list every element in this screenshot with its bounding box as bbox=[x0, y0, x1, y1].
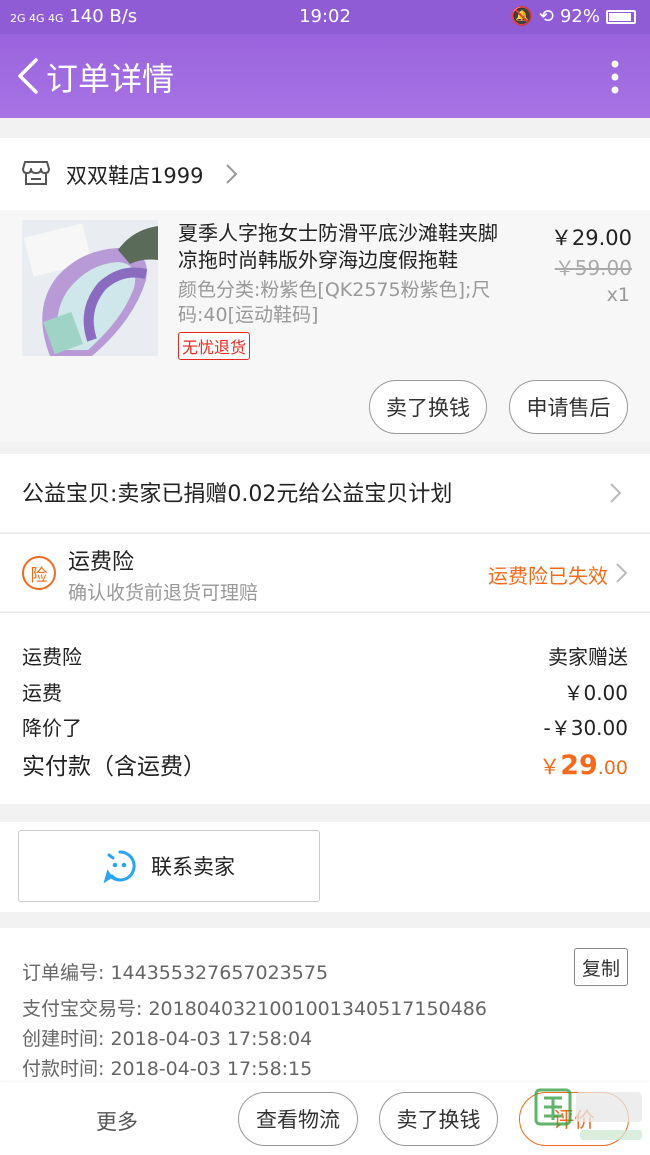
charity-text: 公益宝贝:卖家已捐赠0.02元给公益宝贝计划 bbox=[22, 482, 453, 507]
total-label: 实付款（含运费） bbox=[22, 754, 206, 780]
cost-summary: 运费险 卖家赠送 运费 ￥0.00 降价了 -￥30.00 实付款（含运费） ￥… bbox=[0, 612, 650, 804]
alipay-transaction-number: 支付宝交易号: 2018040321001001340517150486 bbox=[22, 998, 487, 1020]
more-button[interactable]: 更多 bbox=[96, 1106, 138, 1136]
original-price: ￥59.00 bbox=[554, 256, 632, 280]
chevron-right-icon bbox=[616, 563, 628, 583]
wangwang-chat-icon bbox=[103, 850, 136, 883]
sell-for-cash-button[interactable]: 卖了换钱 bbox=[379, 1092, 498, 1146]
store-icon bbox=[22, 161, 50, 185]
status-bar: 2G 4G 4G 140 B/s 19:02 🔕 ⟲ 92% bbox=[0, 0, 650, 34]
mute-icon: 🔕 bbox=[510, 6, 533, 27]
battery-level: 92% bbox=[559, 6, 600, 27]
cost-label: 运费 bbox=[22, 681, 62, 705]
site-watermark-logo bbox=[534, 1088, 642, 1140]
cost-value: 卖家赠送 bbox=[548, 645, 628, 669]
product-image[interactable] bbox=[22, 220, 158, 356]
paid-time: 付款时间: 2018-04-03 17:58:15 bbox=[22, 1058, 313, 1080]
contact-section: 联系卖家 bbox=[0, 822, 650, 912]
total-amount: ￥29.00 bbox=[539, 750, 628, 781]
chevron-right-icon bbox=[610, 483, 622, 503]
chevron-right-icon bbox=[226, 164, 238, 184]
insurance-subtitle: 确认收货前退货可理赔 bbox=[68, 582, 259, 604]
cost-row: 运费 ￥0.00 bbox=[22, 677, 628, 706]
contact-seller-button[interactable]: 联系卖家 bbox=[18, 830, 320, 902]
cost-value: -￥30.00 bbox=[543, 716, 628, 740]
total-decimal: .00 bbox=[597, 757, 628, 779]
rotation-lock-icon: ⟲ bbox=[538, 6, 554, 27]
battery-icon bbox=[606, 9, 636, 24]
request-aftersale-button[interactable]: 申请售后 bbox=[509, 380, 628, 434]
quantity: x1 bbox=[606, 284, 630, 306]
charity-row[interactable]: 公益宝贝:卖家已捐赠0.02元给公益宝贝计划 bbox=[0, 454, 650, 532]
order-item[interactable]: 夏季人字拖女士防滑平底沙滩鞋夹脚凉拖时尚韩版外穿海边度假拖鞋 颜色分类:粉紫色[… bbox=[0, 210, 650, 442]
shipping-insurance-row[interactable]: 险 运费险 确认收货前退货可理赔 运费险已失效 bbox=[0, 533, 650, 611]
cost-label: 运费险 bbox=[22, 645, 82, 669]
nav-bar: 订单详情 bbox=[0, 34, 650, 118]
worry-free-return-badge: 无忧退货 bbox=[178, 332, 251, 360]
cost-row: 降价了 -￥30.00 bbox=[22, 712, 628, 741]
total-integer: 29 bbox=[560, 750, 598, 781]
status-icons: 🔕 ⟲ 92% bbox=[510, 6, 636, 27]
cost-value: ￥0.00 bbox=[563, 681, 628, 705]
shop-row[interactable]: 双双鞋店1999 bbox=[0, 138, 650, 210]
order-info: 订单编号: 144355327657023575 复制 支付宝交易号: 2018… bbox=[0, 928, 650, 1088]
cost-row: 运费险 卖家赠送 bbox=[22, 641, 628, 670]
copy-button[interactable]: 复制 bbox=[573, 948, 628, 986]
product-title[interactable]: 夏季人字拖女士防滑平底沙滩鞋夹脚凉拖时尚韩版外穿海边度假拖鞋 bbox=[178, 220, 508, 274]
total-row: 实付款（含运费） ￥29.00 bbox=[22, 747, 628, 781]
cost-label: 降价了 bbox=[22, 716, 82, 740]
product-price: ￥29.00 bbox=[550, 226, 632, 250]
insurance-title: 运费险 bbox=[68, 550, 135, 575]
more-options-icon[interactable] bbox=[610, 60, 620, 94]
page-title: 订单详情 bbox=[46, 60, 175, 98]
insurance-status: 运费险已失效 bbox=[488, 564, 608, 588]
total-currency: ￥ bbox=[539, 755, 561, 779]
back-icon[interactable] bbox=[14, 56, 42, 96]
sell-for-cash-button[interactable]: 卖了换钱 bbox=[369, 380, 487, 434]
contact-seller-label: 联系卖家 bbox=[151, 855, 235, 879]
shop-name[interactable]: 双双鞋店1999 bbox=[66, 160, 203, 190]
view-logistics-button[interactable]: 查看物流 bbox=[238, 1092, 358, 1146]
product-spec: 颜色分类:粉紫色[QK2575粉紫色];尺码:40[运动鞋码] bbox=[178, 279, 491, 326]
order-number: 订单编号: 144355327657023575 bbox=[22, 962, 329, 984]
insurance-icon: 险 bbox=[22, 556, 56, 590]
created-time: 创建时间: 2018-04-03 17:58:04 bbox=[22, 1028, 313, 1050]
